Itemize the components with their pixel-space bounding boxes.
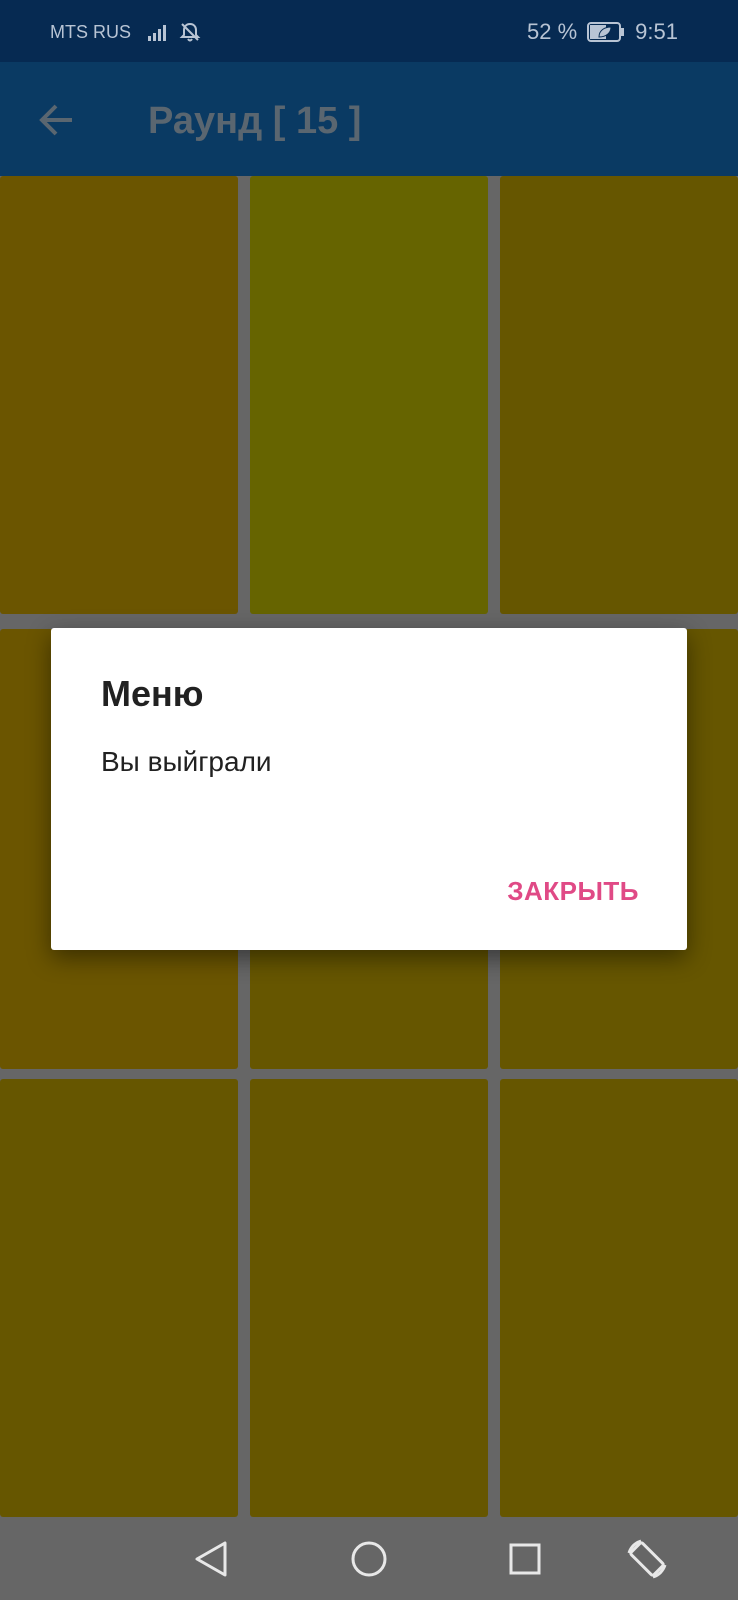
grid-cell[interactable] — [0, 176, 238, 614]
status-left: MTS RUS — [50, 20, 209, 44]
grid-cell[interactable] — [500, 176, 738, 614]
carrier-name: MTS RUS — [50, 21, 131, 42]
nav-rotate-button[interactable] — [624, 1536, 670, 1582]
close-button[interactable]: ЗАКРЫТЬ — [507, 876, 639, 907]
grid-cell[interactable] — [250, 176, 488, 614]
rotate-screen-icon — [625, 1537, 669, 1581]
status-right: 52 % 9:51 — [527, 18, 678, 46]
grid-cell[interactable] — [250, 1079, 488, 1517]
recents-square-icon — [508, 1542, 542, 1576]
clock: 9:51 — [635, 19, 678, 44]
dialog-message: Вы выйграли — [101, 746, 272, 777]
nav-back-button[interactable] — [188, 1536, 234, 1582]
app-bar: Раунд [ 15 ] — [0, 62, 738, 176]
grid-cell[interactable] — [500, 1079, 738, 1517]
nav-recents-button[interactable] — [502, 1536, 548, 1582]
home-circle-icon — [350, 1540, 388, 1578]
notifications-off-icon — [179, 21, 201, 43]
back-triangle-icon — [193, 1540, 229, 1578]
navigation-bar — [0, 1518, 738, 1600]
battery-saver-icon — [587, 21, 625, 43]
battery-percent: 52 % — [527, 19, 578, 44]
grid-cell[interactable] — [0, 1079, 238, 1517]
nav-home-button[interactable] — [346, 1536, 392, 1582]
arrow-back-icon — [38, 104, 74, 136]
signal-icon — [147, 23, 171, 41]
menu-dialog: Меню Вы выйграли ЗАКРЫТЬ — [51, 628, 687, 950]
back-button[interactable] — [34, 98, 78, 142]
dialog-title: Меню — [101, 673, 204, 714]
page-title: Раунд [ 15 ] — [148, 100, 362, 142]
status-bar: MTS RUS 52 % 9:51 — [0, 0, 738, 62]
